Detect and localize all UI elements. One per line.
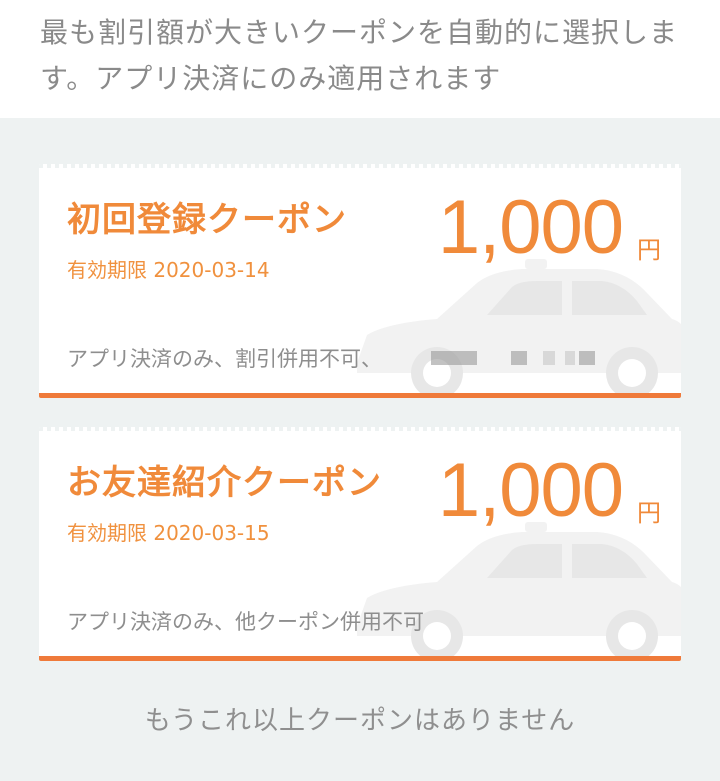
coupon-expiry: 有効期限 2020-03-14 [67, 258, 270, 282]
redacted-text [543, 351, 555, 365]
auto-select-notice: 最も割引額が大きいクーポンを自動的に選択します。アプリ決済にのみ適用されます [0, 0, 720, 118]
coupon-amount: 1,000 [437, 185, 624, 270]
redacted-text [579, 351, 595, 365]
coupon-terms: アプリ決済のみ、割引併用不可、 [67, 347, 382, 371]
coupon-expiry: 有効期限 2020-03-15 [67, 521, 270, 545]
currency-unit: 円 [637, 499, 661, 527]
coupon-card[interactable]: 初回登録クーポン 有効期限 2020-03-14 1,000 円 アプリ決済のみ… [39, 164, 681, 398]
no-more-coupons-message: もうこれ以上クーポンはありません [144, 706, 576, 736]
coupon-card[interactable]: お友達紹介クーポン 有効期限 2020-03-15 1,000 円 アプリ決済の… [39, 427, 681, 661]
coupon-amount: 1,000 [437, 448, 624, 533]
taxi-car-watermark-icon [357, 259, 681, 393]
currency-unit: 円 [637, 236, 661, 264]
redacted-text [565, 351, 575, 365]
redacted-text [431, 351, 477, 365]
redacted-text [511, 351, 527, 365]
coupon-terms: アプリ決済のみ、他クーポン併用不可 [67, 610, 424, 634]
coupon-title: お友達紹介クーポン [67, 463, 382, 503]
coupon-title: 初回登録クーポン [67, 200, 347, 240]
